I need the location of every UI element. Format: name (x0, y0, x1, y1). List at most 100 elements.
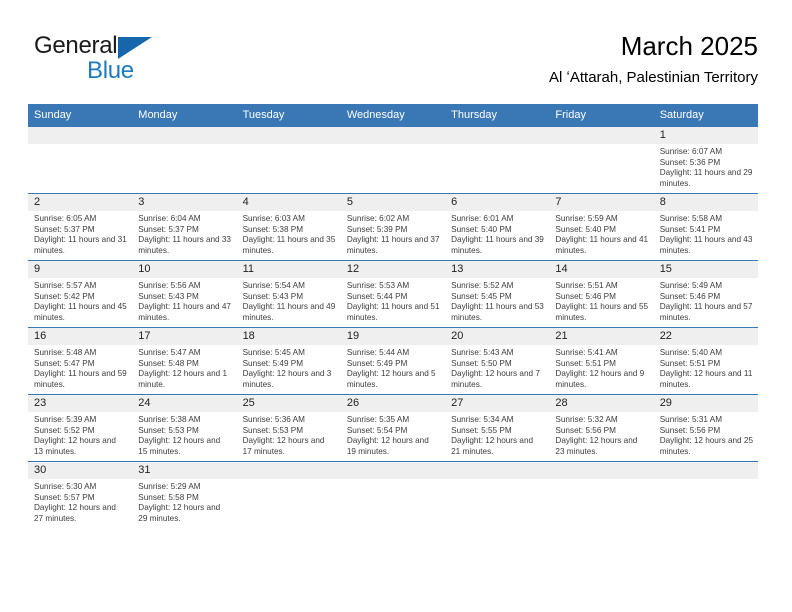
sunrise-text: Sunrise: 5:32 AM (555, 415, 618, 424)
sunset-text: Sunset: 5:55 PM (451, 425, 512, 435)
calendar-day-cell[interactable]: 9 Sunrise: 5:57 AM Sunset: 5:42 PM Daylight… (28, 260, 133, 328)
day-cell-content: 3 Sunrise: 6:04 AM Sunset: 5:37 PM Daylight… (132, 194, 237, 260)
day-number: 12 (340, 261, 446, 278)
sunset-text: Sunset: 5:50 PM (451, 358, 512, 368)
day-cell-content (340, 127, 446, 193)
day-cell-content: 18 Sunrise: 5:45 AM Sunset: 5:49 PM Dayligh… (236, 328, 341, 394)
day-number: 11 (236, 261, 341, 278)
calendar-day-cell[interactable]: 27 Sunrise: 5:34 AM Sunset: 5:55 PM Dayligh… (445, 394, 550, 462)
daylight-text: Daylight: 11 hours and 41 minutes. (555, 235, 649, 255)
calendar-day-cell[interactable]: 4 Sunrise: 6:03 AM Sunset: 5:38 PM Daylight… (236, 193, 341, 261)
calendar-day-cell[interactable]: 18 Sunrise: 5:45 AM Sunset: 5:49 PM Dayligh… (236, 327, 341, 395)
calendar-day-cell[interactable]: 16 Sunrise: 5:48 AM Sunset: 5:47 PM Dayligh… (28, 327, 133, 395)
calendar-day-cell[interactable]: 31 Sunrise: 5:29 AM Sunset: 5:58 PM Dayligh… (132, 461, 237, 528)
sunrise-text: Sunrise: 5:58 AM (659, 214, 723, 223)
calendar-day-cell[interactable]: 25 Sunrise: 5:36 AM Sunset: 5:53 PM Dayligh… (236, 394, 341, 462)
calendar-day-cell[interactable]: 19 Sunrise: 5:44 AM Sunset: 5:49 PM Dayligh… (340, 327, 446, 395)
sunset-text: Sunset: 5:36 PM (659, 157, 721, 167)
day-number (236, 462, 341, 479)
day-number: 27 (445, 395, 550, 412)
sunset-text: Sunset: 5:57 PM (34, 492, 95, 502)
page-header: General Blue March 2025 Al ʻAttarah, Pal… (34, 30, 758, 98)
calendar-day-cell[interactable]: 12 Sunrise: 5:53 AM Sunset: 5:44 PM Dayligh… (340, 260, 446, 328)
calendar-day-cell[interactable]: 21 Sunrise: 5:41 AM Sunset: 5:51 PM Dayligh… (549, 327, 654, 395)
day-cell-content: 8 Sunrise: 5:58 AM Sunset: 5:41 PM Daylight… (653, 194, 758, 260)
calendar-day-cell[interactable]: 22 Sunrise: 5:40 AM Sunset: 5:51 PM Dayligh… (653, 327, 758, 395)
day-cell-content: 10 Sunrise: 5:56 AM Sunset: 5:43 PM Dayligh… (132, 261, 237, 327)
calendar-day-cell[interactable]: 24 Sunrise: 5:38 AM Sunset: 5:53 PM Dayligh… (132, 394, 237, 462)
brand-logo[interactable]: General Blue (34, 32, 214, 92)
day-cell-content: 2 Sunrise: 6:05 AM Sunset: 5:37 PM Daylight… (28, 194, 133, 260)
daylight-text: Daylight: 11 hours and 59 minutes. (34, 369, 127, 389)
day-cell-content: 30 Sunrise: 5:30 AM Sunset: 5:57 PM Dayligh… (28, 462, 133, 528)
sunset-text: Sunset: 5:56 PM (659, 425, 721, 435)
day-sun-info: Sunrise: 5:52 AM Sunset: 5:45 PM Daylight:… (445, 278, 549, 323)
day-cell-content: 12 Sunrise: 5:53 AM Sunset: 5:44 PM Dayligh… (340, 261, 446, 327)
calendar-day-cell[interactable]: 2 Sunrise: 6:05 AM Sunset: 5:37 PM Daylight… (28, 193, 133, 261)
day-sun-info: Sunrise: 5:32 AM Sunset: 5:56 PM Daylight:… (549, 412, 653, 457)
sunset-text: Sunset: 5:40 PM (555, 224, 616, 234)
calendar-day-cell[interactable]: 26 Sunrise: 5:35 AM Sunset: 5:54 PM Dayligh… (340, 394, 446, 462)
day-number: 23 (28, 395, 133, 412)
weekday-header-tuesday: Tuesday (236, 104, 341, 127)
calendar-day-cell[interactable]: 10 Sunrise: 5:56 AM Sunset: 5:43 PM Dayligh… (132, 260, 237, 328)
sunset-text: Sunset: 5:45 PM (451, 291, 512, 301)
calendar-day-cell[interactable]: 20 Sunrise: 5:43 AM Sunset: 5:50 PM Dayligh… (445, 327, 550, 395)
calendar-week-row: 30 Sunrise: 5:30 AM Sunset: 5:57 PM Dayligh… (28, 461, 758, 528)
calendar-day-cell[interactable]: 5 Sunrise: 6:02 AM Sunset: 5:39 PM Daylight… (340, 193, 446, 261)
calendar-day-cell[interactable]: 29 Sunrise: 5:31 AM Sunset: 5:56 PM Dayligh… (653, 394, 758, 462)
calendar-day-cell[interactable]: 15 Sunrise: 5:49 AM Sunset: 5:46 PM Dayligh… (653, 260, 758, 328)
day-number: 24 (132, 395, 237, 412)
sunrise-text: Sunrise: 5:39 AM (34, 415, 97, 424)
calendar-day-cell[interactable]: 6 Sunrise: 6:01 AM Sunset: 5:40 PM Daylight… (445, 193, 550, 261)
daylight-text: Daylight: 12 hours and 9 minutes. (555, 369, 645, 389)
sunrise-text: Sunrise: 5:41 AM (555, 348, 618, 357)
calendar-day-cell[interactable]: 11 Sunrise: 5:54 AM Sunset: 5:43 PM Dayligh… (236, 260, 341, 328)
calendar-day-cell[interactable]: 1 Sunrise: 6:07 AM Sunset: 5:36 PM Daylight… (653, 126, 758, 194)
calendar-day-cell[interactable]: 14 Sunrise: 5:51 AM Sunset: 5:46 PM Dayligh… (549, 260, 654, 328)
day-number: 10 (132, 261, 237, 278)
day-cell-content (236, 462, 341, 528)
calendar-day-cell[interactable]: 23 Sunrise: 5:39 AM Sunset: 5:52 PM Dayligh… (28, 394, 133, 462)
daylight-text: Daylight: 12 hours and 13 minutes. (34, 436, 116, 456)
day-cell-content: 28 Sunrise: 5:32 AM Sunset: 5:56 PM Dayligh… (549, 395, 654, 461)
sunset-text: Sunset: 5:52 PM (34, 425, 95, 435)
weekday-header-saturday: Saturday (653, 104, 758, 127)
calendar-day-cell[interactable]: 13 Sunrise: 5:52 AM Sunset: 5:45 PM Dayligh… (445, 260, 550, 328)
calendar-day-cell[interactable]: 30 Sunrise: 5:30 AM Sunset: 5:57 PM Dayligh… (28, 461, 133, 528)
daylight-text: Daylight: 12 hours and 19 minutes. (346, 436, 429, 456)
day-sun-info: Sunrise: 5:45 AM Sunset: 5:49 PM Daylight:… (237, 345, 341, 390)
day-number: 21 (549, 328, 654, 345)
day-number: 18 (236, 328, 341, 345)
day-cell-content: 29 Sunrise: 5:31 AM Sunset: 5:56 PM Dayligh… (653, 395, 758, 461)
calendar-day-cell[interactable]: 3 Sunrise: 6:04 AM Sunset: 5:37 PM Daylight… (132, 193, 237, 261)
daylight-text: Daylight: 11 hours and 33 minutes. (138, 235, 231, 255)
sunset-text: Sunset: 5:47 PM (34, 358, 95, 368)
daylight-text: Daylight: 11 hours and 49 minutes. (242, 302, 336, 322)
calendar-empty-cell (340, 461, 446, 528)
day-number: 15 (653, 261, 758, 278)
day-sun-info: Sunrise: 5:47 AM Sunset: 5:48 PM Daylight:… (132, 345, 236, 390)
calendar-empty-cell (549, 461, 654, 528)
weekday-header-monday: Monday (132, 104, 237, 127)
day-cell-content (445, 127, 550, 193)
day-number: 25 (236, 395, 341, 412)
day-sun-info: Sunrise: 6:05 AM Sunset: 5:37 PM Daylight:… (28, 211, 132, 256)
calendar-header-row: Sunday Monday Tuesday Wednesday Thursday… (28, 104, 758, 127)
day-number: 17 (132, 328, 237, 345)
day-number (132, 127, 237, 144)
sunrise-text: Sunrise: 5:47 AM (138, 348, 201, 357)
day-cell-content: 23 Sunrise: 5:39 AM Sunset: 5:52 PM Dayligh… (28, 395, 133, 461)
sunrise-text: Sunrise: 5:44 AM (346, 348, 410, 357)
day-number (236, 127, 341, 144)
calendar-day-cell[interactable]: 7 Sunrise: 5:59 AM Sunset: 5:40 PM Daylight… (549, 193, 654, 261)
calendar-day-cell[interactable]: 28 Sunrise: 5:32 AM Sunset: 5:56 PM Dayligh… (549, 394, 654, 462)
day-number: 13 (445, 261, 550, 278)
blue-triangle-flag-icon (118, 37, 152, 59)
sunset-text: Sunset: 5:53 PM (138, 425, 199, 435)
day-number (445, 127, 550, 144)
sunset-text: Sunset: 5:42 PM (34, 291, 95, 301)
day-number (549, 462, 654, 479)
calendar-day-cell[interactable]: 8 Sunrise: 5:58 AM Sunset: 5:41 PM Daylight… (653, 193, 758, 261)
calendar-day-cell[interactable]: 17 Sunrise: 5:47 AM Sunset: 5:48 PM Dayligh… (132, 327, 237, 395)
